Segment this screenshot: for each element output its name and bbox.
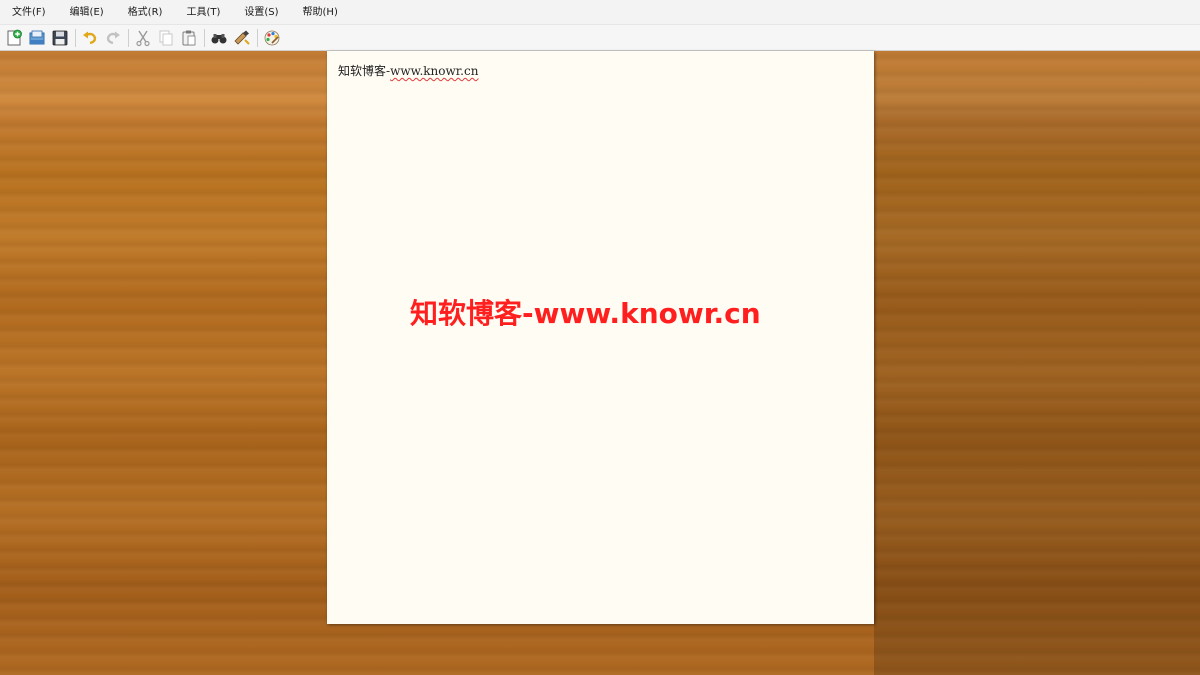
menu-help[interactable]: 帮助(H): [303, 0, 338, 25]
toolbar-separator: [75, 28, 76, 47]
redo-icon: [106, 31, 120, 44]
find-icon: [211, 33, 227, 43]
menu-file[interactable]: 文件(F): [12, 0, 46, 25]
toolbar-separator: [257, 28, 258, 47]
menu-tools[interactable]: 工具(T): [186, 0, 220, 25]
open-button[interactable]: [26, 27, 48, 49]
document-text[interactable]: 知软博客-www.knowr.cn: [338, 62, 478, 79]
toolbar-separator: [204, 28, 205, 47]
toolbar-separator: [128, 28, 129, 47]
replace-icon: [234, 30, 250, 45]
toolbar: [0, 25, 1200, 51]
document-page[interactable]: 知软博客-www.knowr.cn: [327, 51, 874, 624]
save-icon: [52, 30, 68, 45]
replace-button[interactable]: [231, 27, 253, 49]
cut-icon: [136, 30, 150, 46]
menu-edit[interactable]: 编辑(E): [70, 0, 104, 25]
redo-button[interactable]: [102, 27, 124, 49]
menu-bar: 文件(F) 编辑(E) 格式(R) 工具(T) 设置(S) 帮助(H): [0, 0, 1200, 25]
undo-icon: [83, 31, 97, 44]
document-text-prefix: 知软博客-: [338, 64, 391, 78]
menu-format[interactable]: 格式(R): [128, 0, 163, 25]
watermark-text: 知软博客-www.knowr.cn: [410, 297, 761, 330]
undo-button[interactable]: [79, 27, 101, 49]
paste-icon: [182, 30, 196, 45]
find-button[interactable]: [208, 27, 230, 49]
copy-icon: [159, 30, 173, 45]
open-icon: [29, 30, 45, 44]
cut-button[interactable]: [132, 27, 154, 49]
new-document-button[interactable]: [3, 27, 25, 49]
new-document-icon: [7, 29, 22, 45]
copy-button[interactable]: [155, 27, 177, 49]
color-palette-icon: [264, 30, 280, 45]
paste-button[interactable]: [178, 27, 200, 49]
menu-settings[interactable]: 设置(S): [244, 0, 278, 25]
save-button[interactable]: [49, 27, 71, 49]
document-url-text: www.knowr.cn: [390, 64, 479, 78]
color-palette-button[interactable]: [261, 27, 283, 49]
